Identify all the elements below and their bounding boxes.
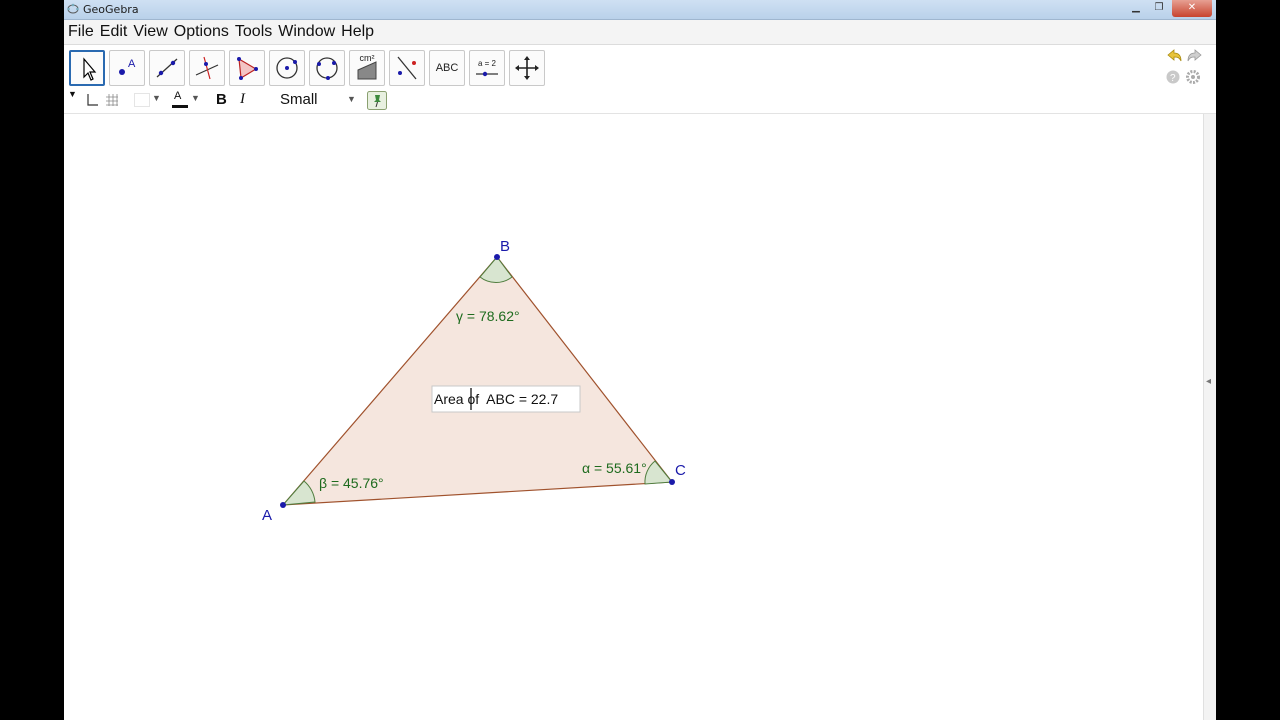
area-tool-label: cm² [359, 53, 375, 63]
menu-edit[interactable]: Edit [97, 20, 131, 44]
point-c-label[interactable]: C [675, 462, 686, 479]
background-color-dropdown-icon[interactable]: ▼ [152, 93, 161, 103]
menu-options[interactable]: Options [171, 20, 232, 44]
background-color-swatch[interactable] [134, 93, 150, 107]
text-tool-button[interactable]: ABC [429, 50, 465, 86]
polygon-icon [237, 57, 258, 80]
perpendicular-line-icon [195, 56, 219, 80]
circle-three-points-icon [316, 57, 338, 80]
point-b-label[interactable]: B [500, 238, 510, 255]
circle-three-points-tool-button[interactable] [309, 50, 345, 86]
angle-alpha-label[interactable]: α = 55.61° [582, 460, 647, 476]
reflect-about-line-icon [397, 56, 417, 80]
slider-icon [476, 71, 498, 77]
point-icon: A [119, 58, 136, 75]
point-c[interactable] [669, 479, 675, 485]
text-color-dropdown-icon[interactable]: ▼ [191, 93, 200, 103]
window-title: GeoGebra [83, 3, 139, 16]
tool-bar: A cm² ABC a = 2 ? [64, 45, 1216, 87]
text-tool-label: ABC [435, 62, 459, 74]
line-icon [156, 58, 178, 78]
geogebra-app-icon [67, 3, 79, 14]
restore-button[interactable]: ❐ [1148, 0, 1170, 17]
italic-button[interactable]: I [240, 91, 245, 108]
menu-bar: File Edit View Options Tools Window Help [64, 20, 1216, 45]
move-graphics-view-tool-button[interactable] [509, 50, 545, 86]
geogebra-window: GeoGebra ▁ ❐ ✕ File Edit View Options Tools W… [64, 0, 1216, 720]
move-tool-button[interactable] [69, 50, 105, 86]
point-a-label[interactable]: A [262, 507, 272, 524]
move-view-arrows-icon [515, 56, 539, 80]
circle-center-point-icon [276, 57, 298, 79]
svg-text:A: A [128, 58, 136, 70]
svg-text:?: ? [1170, 73, 1176, 84]
area-text[interactable]: Area of ABC = 22.7 [434, 391, 558, 407]
reflect-tool-button[interactable] [389, 50, 425, 86]
polygon-tool-button[interactable] [229, 50, 265, 86]
undo-icon[interactable] [1164, 47, 1184, 65]
style-bar: ▼ ▼ A ▼ B I Small ▼ [64, 89, 1216, 114]
redo-icon[interactable] [1185, 47, 1205, 65]
menu-view[interactable]: View [130, 20, 170, 44]
help-icon[interactable]: ? [1165, 69, 1181, 85]
angle-gamma-label[interactable]: γ = 78.62° [456, 308, 520, 324]
point-tool-button[interactable]: A [109, 50, 145, 86]
angle-beta-label[interactable]: β = 45.76° [319, 475, 384, 491]
title-bar: GeoGebra ▁ ❐ ✕ [64, 0, 1216, 20]
minimize-button[interactable]: ▁ [1125, 0, 1147, 17]
menu-help[interactable]: Help [338, 20, 377, 44]
graphics-canvas[interactable]: A B C γ = 78.62° β = 45.76° α = 55.61° A… [64, 114, 1204, 720]
text-color-bar [172, 105, 188, 108]
grid-toggle-icon[interactable] [105, 93, 119, 107]
expand-arrow-icon[interactable]: ◂ [1206, 376, 1211, 387]
cursor-arrow-icon [83, 57, 97, 81]
area-tool-button[interactable]: cm² [349, 50, 385, 86]
close-button[interactable]: ✕ [1172, 0, 1212, 17]
axes-toggle-icon[interactable] [85, 93, 99, 107]
slider-tool-button[interactable]: a = 2 [469, 50, 505, 86]
settings-gear-icon[interactable] [1185, 69, 1201, 85]
perpendicular-tool-button[interactable] [189, 50, 225, 86]
menu-window[interactable]: Window [275, 20, 338, 44]
font-size-select[interactable]: Small [280, 91, 318, 108]
circle-tool-button[interactable] [269, 50, 305, 86]
menu-file[interactable]: File [65, 20, 97, 44]
point-a[interactable] [280, 502, 286, 508]
menu-tools[interactable]: Tools [232, 20, 275, 44]
stylebar-toggle-icon[interactable]: ▼ [68, 89, 77, 99]
text-color-letter[interactable]: A [174, 90, 181, 102]
font-size-dropdown-icon[interactable]: ▼ [347, 94, 356, 104]
graphics-view[interactable]: A B C γ = 78.62° β = 45.76° α = 55.61° A… [64, 114, 1204, 720]
sidebar-collapse-strip[interactable]: ◂ [1203, 114, 1216, 720]
bold-button[interactable]: B [216, 91, 227, 108]
fixed-pin-icon[interactable] [367, 91, 387, 110]
line-tool-button[interactable] [149, 50, 185, 86]
